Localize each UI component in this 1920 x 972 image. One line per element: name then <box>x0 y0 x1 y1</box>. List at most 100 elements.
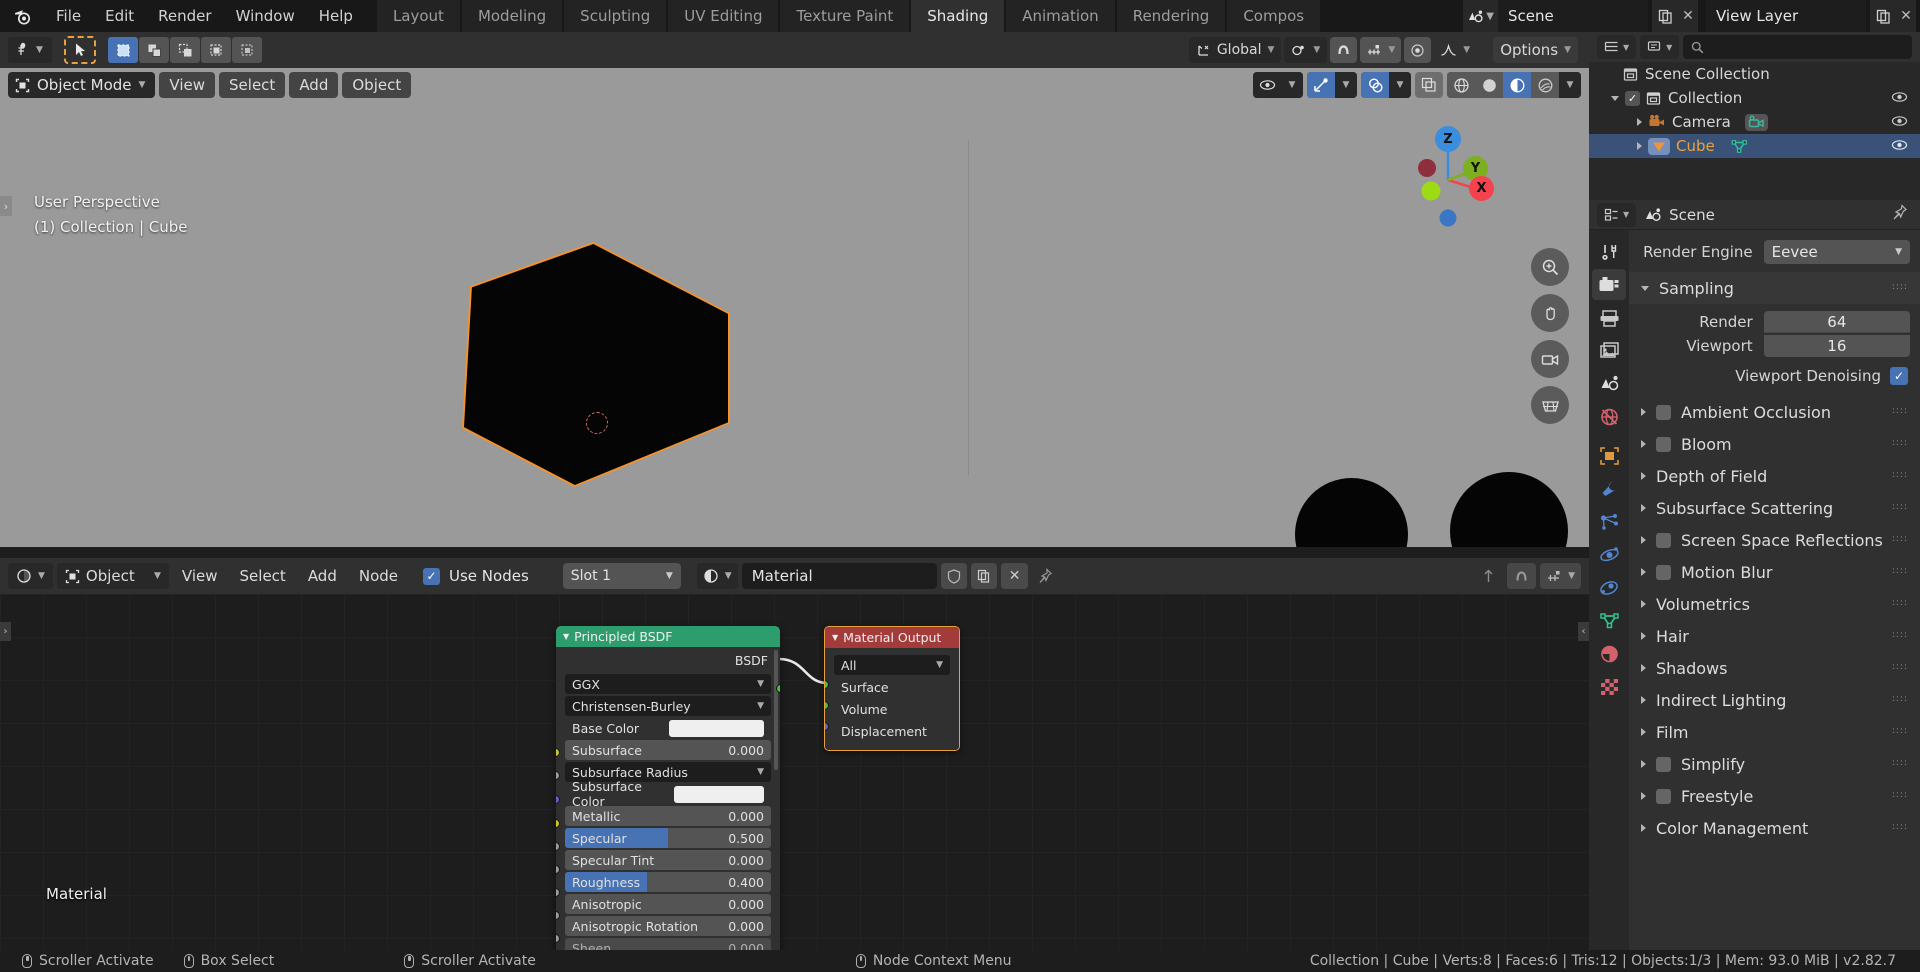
properties-editor[interactable]: ▼ Scene Render Engine Eevee ▼ Sampling:… <box>1589 200 1920 950</box>
node-row-metallic[interactable]: Metallic 0.000 <box>565 806 771 826</box>
panel-color-management[interactable]: Color Management :::: <box>1629 812 1920 844</box>
socket-bsdf-output[interactable] <box>776 684 780 693</box>
socket-displacement[interactable] <box>825 722 829 731</box>
socket-specular[interactable] <box>556 865 560 874</box>
expand-triangle-icon[interactable] <box>1641 408 1646 416</box>
expand-triangle-icon[interactable] <box>1641 824 1646 832</box>
shader-menu-add[interactable]: Add <box>299 563 346 589</box>
material-slot-dropdown[interactable]: Slot 1 ▼ <box>562 563 681 589</box>
select-intersect-icon[interactable] <box>232 37 262 63</box>
xray-icon[interactable] <box>1415 72 1443 98</box>
tab-shading[interactable]: Shading <box>911 0 1005 32</box>
grip-dots-icon[interactable]: :::: <box>1892 631 1908 640</box>
expand-triangle-icon[interactable] <box>1637 118 1642 126</box>
tab-modeling[interactable]: Modeling <box>461 0 563 32</box>
visibility-dropdown[interactable]: ▼ <box>1253 72 1303 98</box>
toolbar-expand-arrow[interactable]: › <box>0 196 12 216</box>
menu-edit[interactable]: Edit <box>93 0 146 32</box>
socket-base-color[interactable] <box>556 748 560 757</box>
expand-triangle-icon[interactable] <box>1641 285 1649 291</box>
tab-tool[interactable] <box>1592 236 1626 267</box>
node-row-distribution[interactable]: GGX ▼ <box>565 674 771 694</box>
pin-icon[interactable] <box>1032 563 1059 589</box>
node-row-volume[interactable]: Volume <box>834 699 950 719</box>
gizmo-icon[interactable] <box>1307 72 1335 98</box>
panel-ambient-occlusion[interactable]: Ambient Occlusion :::: <box>1629 396 1920 428</box>
tab-uv-editing[interactable]: UV Editing <box>668 0 779 32</box>
expand-triangle-icon[interactable] <box>1641 728 1646 736</box>
freestyle-checkbox[interactable] <box>1656 788 1671 804</box>
falloff-dropdown[interactable]: ▼ <box>1434 37 1477 63</box>
camera-data-icon[interactable] <box>1744 113 1768 131</box>
snap-up-icon[interactable] <box>1474 563 1503 589</box>
collection-checkbox[interactable]: ✓ <box>1625 90 1640 106</box>
eye-icon[interactable] <box>1253 72 1281 98</box>
proportional-editing-toggle[interactable] <box>1404 37 1432 63</box>
grip-dots-icon[interactable]: :::: <box>1892 503 1908 512</box>
material-name-field[interactable]: Material <box>741 563 937 589</box>
grip-dots-icon[interactable]: :::: <box>1892 567 1908 576</box>
expand-triangle-icon[interactable] <box>1641 664 1646 672</box>
node-snap-dropdown[interactable]: ▼ <box>1540 563 1581 589</box>
node-collapse-icon[interactable]: ▼ <box>832 633 838 642</box>
outliner-row-collection[interactable]: ✓ Collection <box>1589 86 1920 110</box>
navigation-gizmo[interactable]: Z Y X <box>1403 118 1513 228</box>
render-engine-dropdown[interactable]: Eevee ▼ <box>1763 240 1910 264</box>
menu-render[interactable]: Render <box>146 0 223 32</box>
rendered-icon[interactable] <box>1531 72 1559 98</box>
eye-icon[interactable] <box>1891 89 1908 107</box>
overlays-toggle-group[interactable]: ▼ <box>1361 72 1411 98</box>
expand-triangle-icon[interactable] <box>1611 95 1619 101</box>
expand-triangle-icon[interactable] <box>1641 504 1646 512</box>
grip-dots-icon[interactable]: :::: <box>1892 599 1908 608</box>
3d-viewport[interactable]: › Object Mode ▼ View Select Add Object ▼ <box>0 68 1589 547</box>
socket-subsurface[interactable] <box>556 771 560 780</box>
expand-triangle-icon[interactable] <box>1637 142 1642 150</box>
editor-type-dropdown[interactable]: ▼ <box>8 563 53 589</box>
grip-dots-icon[interactable]: :::: <box>1892 695 1908 704</box>
expand-triangle-icon[interactable] <box>1641 472 1646 480</box>
tab-object-data[interactable] <box>1592 605 1626 636</box>
tab-particles[interactable] <box>1592 506 1626 537</box>
use-nodes-checkbox[interactable]: ✓ <box>423 567 441 585</box>
panel-screen-space-reflections[interactable]: Screen Space Reflections :::: <box>1629 524 1920 556</box>
remove-scene-icon[interactable]: ✕ <box>1678 0 1698 32</box>
expand-triangle-icon[interactable] <box>1641 632 1646 640</box>
node-sidebar-left-toggle[interactable]: › <box>0 622 11 641</box>
outliner-row-scene-collection[interactable]: Scene Collection <box>1589 62 1920 86</box>
gizmo-axis-z[interactable]: Z <box>1435 126 1461 152</box>
node-row-displacement[interactable]: Displacement <box>834 721 950 741</box>
panel-film[interactable]: Film :::: <box>1629 716 1920 748</box>
overlays-icon[interactable] <box>1361 72 1389 98</box>
grip-dots-icon[interactable]: :::: <box>1892 283 1908 292</box>
screen-space-reflections-checkbox[interactable] <box>1656 532 1671 548</box>
solid-icon[interactable] <box>1475 72 1503 98</box>
viewport-options-dropdown[interactable]: Options ▼ <box>1493 37 1578 63</box>
outliner-row-camera[interactable]: Camera <box>1589 110 1920 134</box>
material-browse-dropdown[interactable]: ▼ <box>696 563 738 589</box>
tab-animation[interactable]: Animation <box>1006 0 1115 32</box>
shader-menu-view[interactable]: View <box>173 563 227 589</box>
grip-dots-icon[interactable]: :::: <box>1892 823 1908 832</box>
node-row-surface[interactable]: Surface <box>834 677 950 697</box>
node-scrollbar[interactable] <box>774 650 778 770</box>
snap-settings-dropdown[interactable]: ▼ <box>1360 37 1402 63</box>
gizmo-chevron-icon[interactable]: ▼ <box>1335 72 1357 98</box>
shader-menu-select[interactable]: Select <box>231 563 295 589</box>
view-layer-name-field[interactable]: View Layer <box>1706 0 1866 32</box>
outliner-display-mode-dropdown[interactable]: ▼ <box>1597 35 1637 59</box>
node-row-specular[interactable]: Specular 0.500 <box>565 828 771 848</box>
cursor-snap-icon[interactable]: ▼ <box>8 37 52 63</box>
tab-render[interactable] <box>1592 269 1626 300</box>
tab-object[interactable] <box>1592 440 1626 471</box>
expand-triangle-icon[interactable] <box>1641 600 1646 608</box>
view-layer-selector[interactable]: View Layer <box>1706 0 1866 32</box>
tab-world[interactable] <box>1592 401 1626 432</box>
shading-chevron-icon[interactable]: ▼ <box>1559 72 1581 98</box>
socket-roughness[interactable] <box>556 911 560 920</box>
select-box-icon[interactable] <box>64 36 96 64</box>
remove-view-layer-icon[interactable]: ✕ <box>1896 0 1916 32</box>
panel-indirect-lighting[interactable]: Indirect Lighting :::: <box>1629 684 1920 716</box>
sampling-render-value[interactable]: 64 <box>1763 311 1910 333</box>
zoom-icon[interactable] <box>1531 248 1569 286</box>
